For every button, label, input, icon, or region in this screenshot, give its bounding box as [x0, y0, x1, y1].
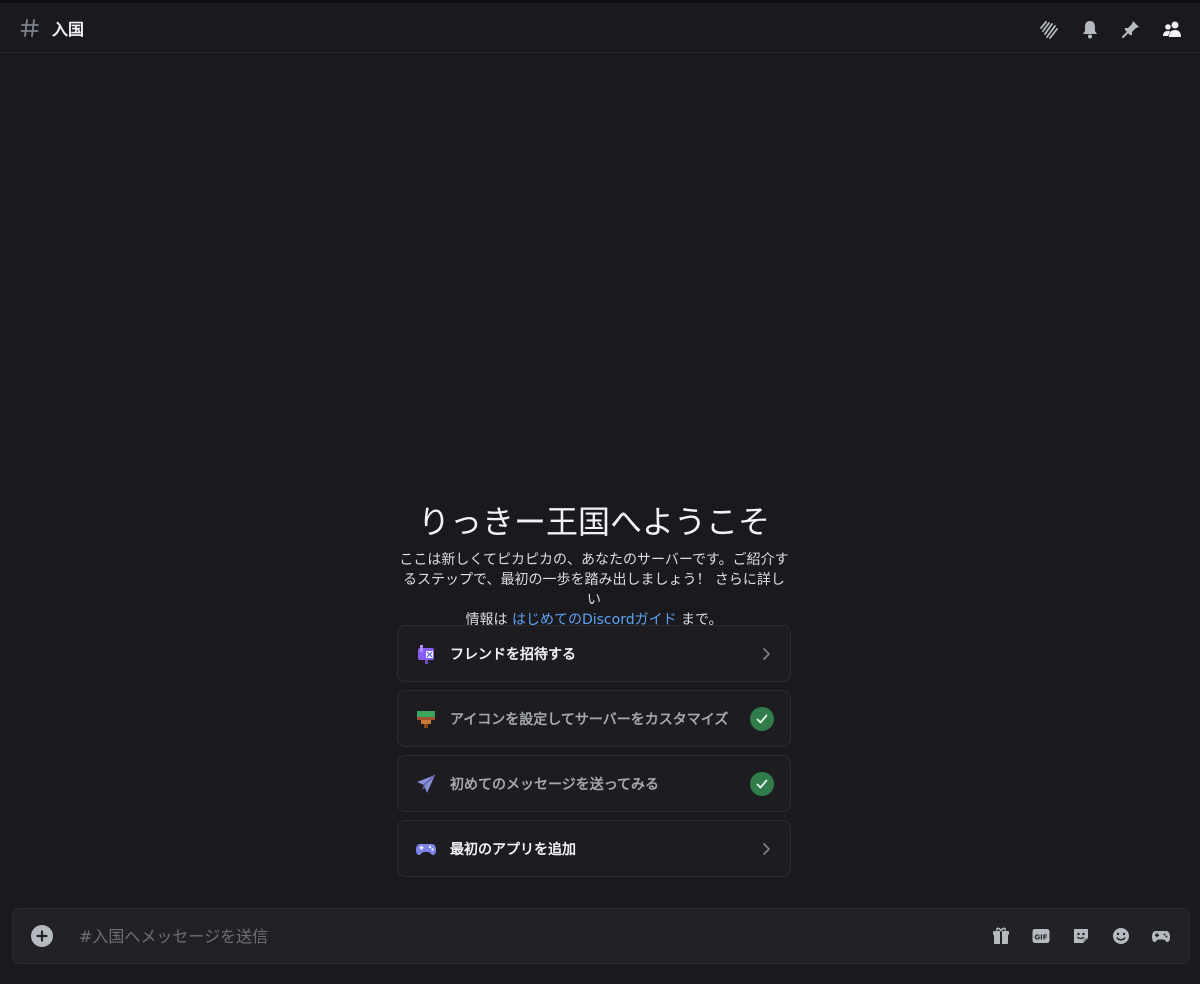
members-icon[interactable]	[1151, 16, 1192, 42]
welcome-title: りっきー王国へようこそ	[417, 503, 770, 541]
chevron-right-icon	[763, 647, 770, 660]
task-label: 初めてのメッセージを送ってみる	[450, 776, 660, 793]
hash-icon	[20, 16, 40, 40]
pin-icon[interactable]	[1110, 16, 1151, 42]
check-icon	[750, 706, 774, 731]
channel-header: 入国	[0, 0, 1200, 53]
onboarding-task-list: フレンドを招待する アイコンを設定してサーバーをカスタマイズ 初めてのメッセージ…	[397, 625, 791, 885]
message-composer: GIF	[12, 908, 1190, 964]
welcome-desc-line1: ここは新しくてピカピカの、あなたのサーバーです。ご紹介す	[399, 552, 789, 568]
emoji-icon[interactable]	[1101, 916, 1141, 956]
discord-channel-view: 入国 りっきー王国へようこそ ここは新しくてピカピカの、あなたのサーバーです。ご…	[0, 0, 1200, 984]
task-add-app[interactable]: 最初のアプリを追加	[397, 820, 791, 877]
task-customize-server[interactable]: アイコンを設定してサーバーをカスタマイズ	[397, 690, 791, 747]
task-label: 最初のアプリを追加	[450, 841, 576, 858]
gift-icon[interactable]	[981, 916, 1021, 956]
apps-icon[interactable]	[1141, 916, 1181, 956]
task-label: アイコンを設定してサーバーをカスタマイズ	[450, 711, 729, 728]
message-input[interactable]	[79, 916, 981, 956]
gif-icon[interactable]: GIF	[1021, 916, 1061, 956]
sticker-icon[interactable]	[1061, 916, 1101, 956]
welcome-section: りっきー王国へようこそ ここは新しくてピカピカの、あなたのサーバーです。ご紹介す…	[397, 500, 791, 630]
task-label: フレンドを招待する	[450, 646, 576, 663]
header-toolbar	[1028, 16, 1192, 42]
svg-text:GIF: GIF	[1034, 934, 1047, 942]
plus-circle-icon[interactable]	[31, 925, 53, 947]
task-invite-friends[interactable]: フレンドを招待する	[397, 625, 791, 682]
paper-plane-icon	[414, 772, 438, 796]
mailbox-icon	[414, 642, 438, 666]
gamepad-icon	[414, 837, 438, 861]
threads-icon[interactable]	[1028, 16, 1069, 42]
paintbrush-icon	[414, 707, 438, 731]
welcome-description: ここは新しくてピカピカの、あなたのサーバーです。ご紹介す るステップで、最初の一…	[397, 550, 791, 630]
chevron-right-icon	[763, 842, 770, 855]
welcome-desc-line2: るステップで、最初の一歩を踏み出しましょう！ さらに詳しい	[403, 572, 785, 608]
check-icon	[750, 771, 774, 796]
composer-toolbar: GIF	[981, 916, 1181, 956]
task-first-message[interactable]: 初めてのメッセージを送ってみる	[397, 755, 791, 812]
bell-icon[interactable]	[1069, 16, 1110, 42]
channel-name: 入国	[52, 19, 85, 39]
